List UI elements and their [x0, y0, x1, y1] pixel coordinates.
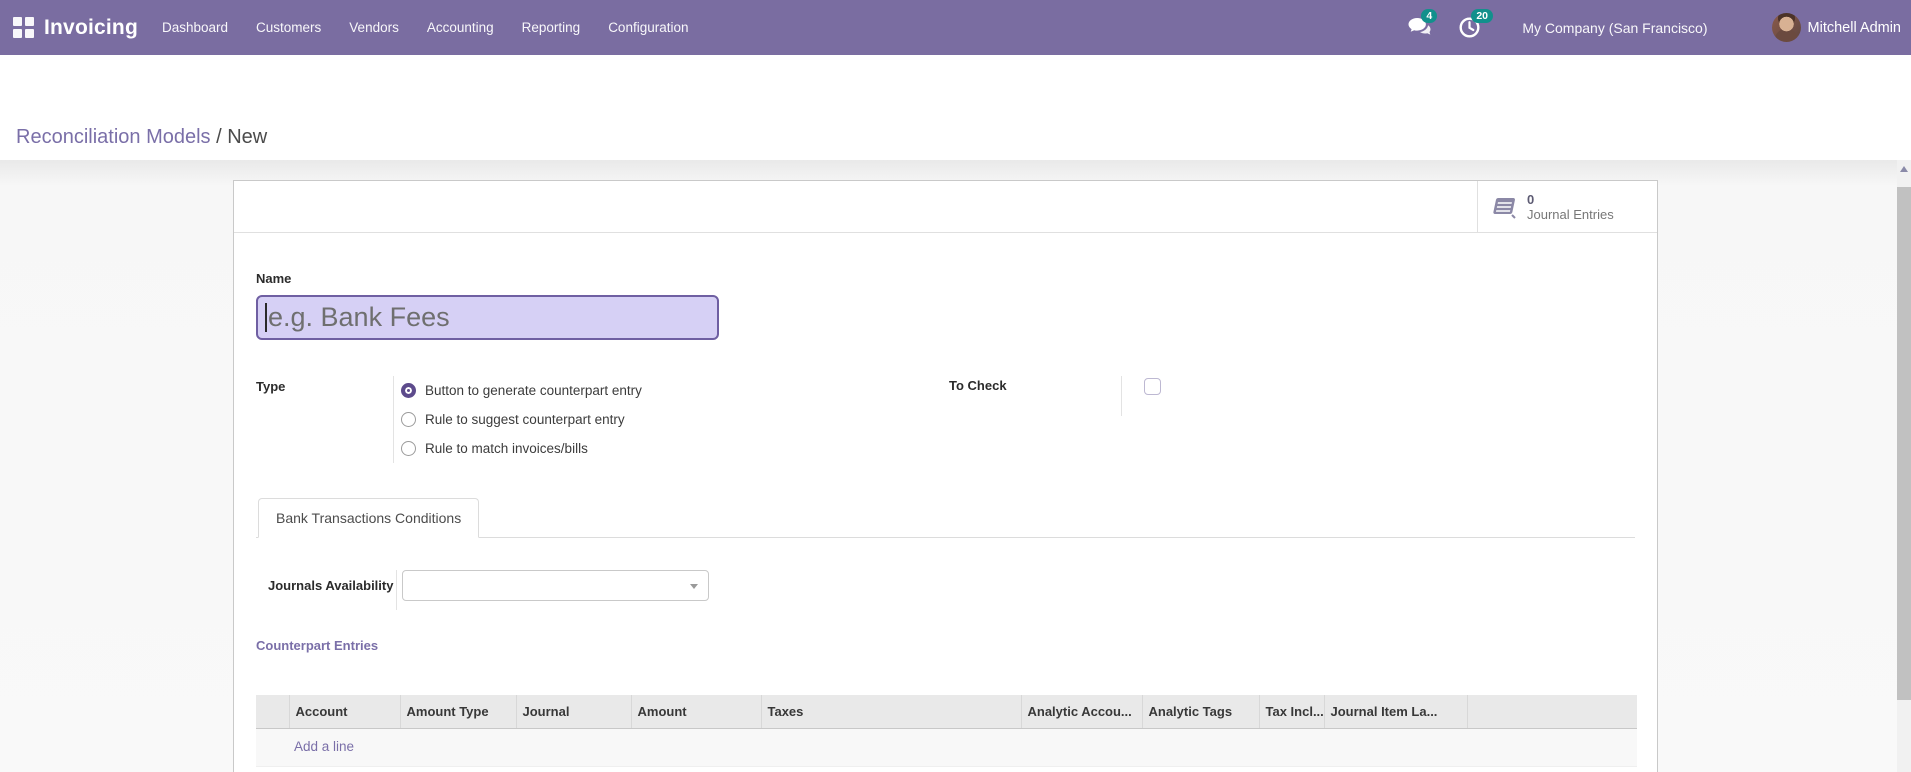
menu-accounting[interactable]: Accounting — [413, 0, 508, 55]
journal-entries-count: 0 — [1527, 191, 1535, 207]
journals-availability-select[interactable] — [402, 570, 709, 601]
column-header-account[interactable]: Account — [288, 695, 400, 729]
journals-availability-value — [403, 571, 708, 578]
column-header-journal[interactable]: Journal — [515, 695, 631, 729]
scrollbar-thumb[interactable] — [1897, 187, 1911, 700]
menu-customers[interactable]: Customers — [242, 0, 335, 55]
messages-count-badge: 4 — [1421, 9, 1438, 23]
name-input[interactable] — [256, 295, 719, 340]
radio-option-generate-counterpart[interactable]: Button to generate counterpart entry — [401, 376, 642, 405]
caret-down-icon — [690, 584, 698, 589]
radio-button[interactable] — [401, 383, 416, 398]
menu-configuration[interactable]: Configuration — [594, 0, 702, 55]
menu-vendors[interactable]: Vendors — [335, 0, 413, 55]
journal-entries-stat-button[interactable]: 0 Journal Entries — [1477, 181, 1657, 232]
counterpart-entries-title: Counterpart Entries — [256, 638, 379, 653]
user-avatar — [1771, 13, 1801, 42]
column-header-amount-type[interactable]: Amount Type — [399, 695, 516, 729]
add-line-row: Add a line — [256, 728, 1637, 767]
table-header-row: Account Amount Type Journal Amount Taxes… — [256, 695, 1637, 729]
activities-button[interactable]: 20 — [1445, 0, 1494, 55]
tab-bank-transactions-conditions[interactable]: Bank Transactions Conditions — [258, 498, 480, 538]
handle-column-header — [256, 695, 289, 729]
activities-count-badge: 20 — [1471, 9, 1494, 23]
to-check-checkbox[interactable] — [1144, 378, 1161, 395]
navbar-systray: 4 20 My Company (San Francisco) Mitchell… — [1395, 0, 1911, 55]
breadcrumb-parent-link[interactable]: Reconciliation Models — [16, 126, 211, 148]
book-icon — [1493, 197, 1516, 219]
notebook-tabs: Bank Transactions Conditions — [256, 498, 1635, 538]
app-brand[interactable]: Invoicing — [44, 16, 138, 40]
to-check-field-group: To Check — [949, 376, 1161, 416]
column-header-journal-item-label[interactable]: Journal Item La... — [1323, 695, 1467, 729]
name-field-group: Name — [256, 271, 1635, 340]
text-cursor — [265, 303, 267, 332]
content-area: 0 Journal Entries Name Type — [0, 160, 1911, 772]
journals-availability-group: Journals Availability — [268, 570, 1635, 610]
user-name: Mitchell Admin — [1807, 19, 1901, 36]
counterpart-entries-table: Account Amount Type Journal Amount Taxes… — [256, 695, 1637, 767]
form-statusbar: 0 Journal Entries — [234, 181, 1657, 233]
column-header-tax-included[interactable]: Tax Incl... — [1258, 695, 1324, 729]
messages-button[interactable]: 4 — [1395, 0, 1445, 55]
user-menu[interactable]: Mitchell Admin — [1771, 13, 1901, 42]
apps-menu-icon[interactable] — [13, 16, 35, 39]
breadcrumb-separator: / — [216, 126, 222, 148]
form-card: 0 Journal Entries Name Type — [233, 180, 1658, 772]
breadcrumb-current: New — [227, 126, 268, 148]
radio-button[interactable] — [401, 412, 416, 427]
to-check-label: To Check — [949, 378, 1007, 393]
breadcrumb: Reconciliation Models / New — [16, 123, 267, 151]
journal-entries-label: Journal Entries — [1527, 206, 1614, 222]
menu-reporting[interactable]: Reporting — [508, 0, 595, 55]
add-a-line-link[interactable]: Add a line — [256, 739, 354, 754]
type-field-group: Type Button to generate counterpart entr… — [256, 376, 1635, 463]
column-header-amount[interactable]: Amount — [630, 695, 761, 729]
radio-option-suggest-counterpart[interactable]: Rule to suggest counterpart entry — [401, 405, 642, 434]
name-label: Name — [256, 271, 292, 286]
control-panel: Reconciliation Models / New Save Discard — [0, 55, 1911, 203]
top-navbar: Invoicing Dashboard Customers Vendors Ac… — [0, 0, 1911, 55]
radio-option-match-invoices[interactable]: Rule to match invoices/bills — [401, 434, 642, 463]
journals-availability-label: Journals Availability — [268, 578, 394, 593]
column-header-analytic-account[interactable]: Analytic Accou... — [1020, 695, 1142, 729]
column-header-taxes[interactable]: Taxes — [760, 695, 1021, 729]
main-menu: Dashboard Customers Vendors Accounting R… — [148, 0, 703, 55]
type-label: Type — [256, 379, 286, 394]
type-radio-group: Button to generate counterpart entry Rul… — [393, 376, 642, 463]
type-tocheck-row: Type Button to generate counterpart entr… — [256, 376, 1635, 468]
form-sheet: Name Type Button to generate counterpart… — [234, 233, 1657, 767]
radio-button[interactable] — [401, 441, 416, 456]
column-header-analytic-tags[interactable]: Analytic Tags — [1141, 695, 1259, 729]
scroll-up-arrow-icon[interactable] — [1900, 166, 1908, 172]
company-switcher[interactable]: My Company (San Francisco) — [1522, 20, 1707, 36]
vertical-scrollbar — [1897, 160, 1911, 772]
menu-dashboard[interactable]: Dashboard — [148, 0, 242, 55]
trailing-column-header — [1466, 695, 1637, 729]
